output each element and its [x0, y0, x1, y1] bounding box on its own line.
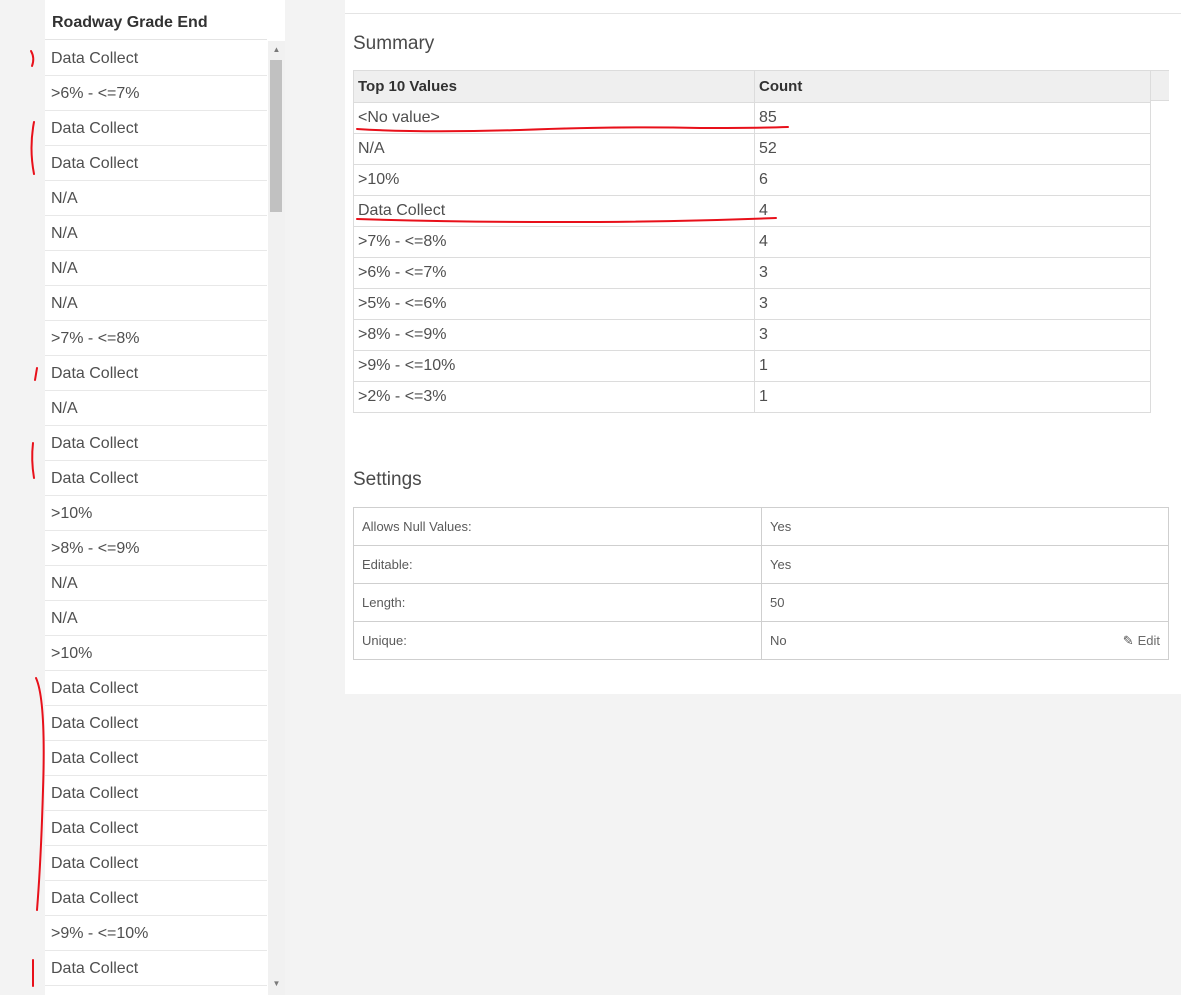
list-item[interactable]: Data Collect — [45, 846, 267, 881]
list-item[interactable]: Data Collect — [45, 356, 267, 391]
setting-value: 50 — [761, 583, 1169, 622]
value-cell: N/A — [353, 133, 755, 165]
list-item[interactable]: Data Collect — [45, 776, 267, 811]
list-item[interactable]: Data Collect — [45, 951, 267, 986]
count-cell: 3 — [754, 319, 1151, 351]
table-row: Data Collect 4 — [353, 195, 1151, 227]
list-item[interactable]: >8% - <=9% — [45, 531, 267, 566]
scroll-up-arrow-icon[interactable]: ▲ — [268, 43, 285, 57]
count-cell: 3 — [754, 257, 1151, 289]
value-cell: >9% - <=10% — [353, 350, 755, 382]
list-item[interactable]: >9% - <=10% — [45, 916, 267, 951]
value-cell: Data Collect — [353, 195, 755, 227]
count-cell: 52 — [754, 133, 1151, 165]
setting-value: Yes — [761, 545, 1169, 584]
header-count: Count — [754, 70, 1151, 103]
value-cell: >5% - <=6% — [353, 288, 755, 320]
list-item[interactable]: Data Collect — [45, 426, 267, 461]
setting-label: Unique: — [353, 621, 762, 660]
value-cell: <No value> — [353, 102, 755, 134]
count-cell: 3 — [754, 288, 1151, 320]
table-row: >5% - <=6% 3 — [353, 288, 1151, 320]
list-item[interactable]: Data Collect — [45, 41, 267, 76]
value-cell: >10% — [353, 164, 755, 196]
settings-row: Editable: Yes — [353, 545, 1169, 584]
pencil-icon: ✎ — [1122, 632, 1134, 648]
list-item[interactable]: Data Collect — [45, 111, 267, 146]
annotation-bracket — [30, 50, 35, 67]
settings-row: Unique: No ✎ Edit — [353, 621, 1169, 660]
edit-label: Edit — [1137, 632, 1160, 648]
settings-row: Allows Null Values: Yes — [353, 507, 1169, 546]
field-values-column: Roadway Grade End Data Collect >6% - <=7%… — [45, 0, 285, 995]
list-item[interactable]: >6% - <=7% — [45, 76, 267, 111]
list-item[interactable]: Data Collect — [45, 811, 267, 846]
settings-row: Length: 50 — [353, 583, 1169, 622]
column-values-list: Data Collect >6% - <=7% Data Collect Data C… — [45, 41, 267, 986]
value-cell: >6% - <=7% — [353, 257, 755, 289]
table-row: <No value> 85 — [353, 102, 1151, 134]
list-item[interactable]: N/A — [45, 566, 267, 601]
list-item[interactable]: >10% — [45, 496, 267, 531]
list-item[interactable]: Data Collect — [45, 461, 267, 496]
annotation-bracket — [34, 367, 38, 381]
list-item[interactable]: N/A — [45, 251, 267, 286]
setting-label: Editable: — [353, 545, 762, 584]
list-item[interactable]: Data Collect — [45, 146, 267, 181]
count-cell: 85 — [754, 102, 1151, 134]
list-item[interactable]: N/A — [45, 181, 267, 216]
value-cell: >7% - <=8% — [353, 226, 755, 258]
table-row: >7% - <=8% 4 — [353, 226, 1151, 258]
settings-title: Settings — [353, 469, 422, 490]
count-cell: 1 — [754, 350, 1151, 382]
field-details-panel: Summary Top 10 Values Count <No value> 85… — [345, 0, 1181, 694]
count-cell: 1 — [754, 381, 1151, 413]
scroll-down-arrow-icon[interactable]: ▼ — [268, 977, 285, 991]
table-row: >6% - <=7% 3 — [353, 257, 1151, 289]
summary-title: Summary — [353, 33, 435, 54]
table-header-filler — [1151, 70, 1169, 101]
settings-table: Allows Null Values: Yes Editable: Yes Le… — [353, 507, 1169, 660]
table-row: >10% 6 — [353, 164, 1151, 196]
list-item[interactable]: >10% — [45, 636, 267, 671]
annotation-bracket — [35, 677, 45, 911]
column-header[interactable]: Roadway Grade End — [45, 6, 267, 40]
edit-button[interactable]: ✎ Edit — [1123, 633, 1160, 649]
divider — [345, 13, 1181, 14]
list-item[interactable]: Data Collect — [45, 706, 267, 741]
table-row: N/A 52 — [353, 133, 1151, 165]
setting-label: Length: — [353, 583, 762, 622]
table-row: >9% - <=10% 1 — [353, 350, 1151, 382]
table-row: >8% - <=9% 3 — [353, 319, 1151, 351]
list-item[interactable]: N/A — [45, 286, 267, 321]
summary-table: Top 10 Values Count <No value> 85 N/A 52 >10… — [353, 70, 1151, 413]
value-cell: >8% - <=9% — [353, 319, 755, 351]
list-item[interactable]: N/A — [45, 391, 267, 426]
list-item[interactable]: N/A — [45, 601, 267, 636]
setting-value: Yes — [761, 507, 1169, 546]
header-top-values: Top 10 Values — [353, 70, 755, 103]
vertical-scrollbar[interactable]: ▲ ▼ — [268, 41, 285, 995]
setting-value: No ✎ Edit — [761, 621, 1169, 660]
list-item[interactable]: N/A — [45, 216, 267, 251]
table-row: >2% - <=3% 1 — [353, 381, 1151, 413]
count-cell: 6 — [754, 164, 1151, 196]
list-item[interactable]: Data Collect — [45, 671, 267, 706]
list-item[interactable]: >7% - <=8% — [45, 321, 267, 356]
annotation-bracket — [31, 442, 35, 479]
setting-label: Allows Null Values: — [353, 507, 762, 546]
annotation-bracket — [30, 121, 35, 175]
summary-header-row: Top 10 Values Count — [353, 70, 1151, 103]
value-cell: >2% - <=3% — [353, 381, 755, 413]
list-item[interactable]: Data Collect — [45, 881, 267, 916]
unique-value: No — [770, 632, 787, 648]
scrollbar-thumb[interactable] — [270, 60, 282, 212]
count-cell: 4 — [754, 226, 1151, 258]
count-cell: 4 — [754, 195, 1151, 227]
list-item[interactable]: Data Collect — [45, 741, 267, 776]
